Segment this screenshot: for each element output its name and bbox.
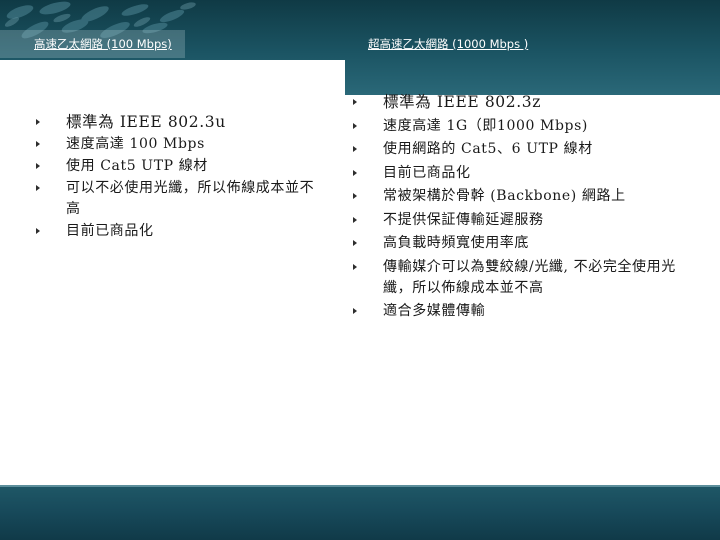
bullet-arrow-icon	[36, 228, 40, 234]
list-item: 使用網路的 Cat5、6 UTP 線材	[353, 139, 693, 160]
list-item: 標準為 IEEE 802.3z	[353, 92, 693, 113]
list-item: 速度高達 100 Mbps	[36, 134, 326, 155]
bullet-arrow-icon	[353, 146, 357, 152]
list-item: 高負載時頻寬使用率底	[353, 233, 693, 254]
list-item-text: 高負載時頻寬使用率底	[383, 235, 529, 251]
list-item-text: 速度高達 100 Mbps	[66, 136, 205, 152]
left-column-title[interactable]: 高速乙太網路 (100 Mbps)	[34, 36, 172, 52]
bullet-arrow-icon	[353, 240, 357, 246]
bullet-arrow-icon	[353, 263, 357, 270]
list-item-text: 標準為 IEEE 802.3u	[66, 113, 226, 131]
list-item: 可以不必使用光纖，所以佈線成本並不高	[36, 178, 326, 220]
list-item-text: 目前已商品化	[66, 223, 154, 239]
bullet-arrow-icon	[36, 163, 40, 169]
list-item: 常被架構於骨幹 (Backbone) 網路上	[353, 186, 693, 207]
bullet-arrow-icon	[36, 119, 40, 125]
bullet-arrow-icon	[36, 185, 40, 191]
footer-band	[0, 485, 720, 540]
list-item: 適合多媒體傳輸	[353, 301, 693, 322]
right-column-title[interactable]: 超高速乙太網路 (1000 Mbps )	[368, 36, 528, 52]
list-item-text: 標準為 IEEE 802.3z	[383, 93, 541, 111]
list-item: 速度高達 1G（即1000 Mbps)	[353, 116, 693, 137]
list-item: 使用 Cat5 UTP 線材	[36, 156, 326, 177]
list-item-text: 速度高達 1G（即1000 Mbps)	[383, 117, 588, 134]
bullet-arrow-icon	[353, 216, 357, 223]
list-item-text: 目前已商品化	[383, 164, 471, 181]
bullet-arrow-icon	[353, 169, 357, 176]
list-item: 目前已商品化	[353, 163, 693, 184]
list-item-text: 常被架構於骨幹 (Backbone) 網路上	[383, 188, 626, 204]
header-white-block	[0, 60, 345, 95]
right-bullet-list: 標準為 IEEE 802.3z 速度高達 1G（即1000 Mbps) 使用網路…	[353, 92, 693, 325]
list-item: 不提供保証傳輸延遲服務	[353, 210, 693, 231]
list-item-text: 不提供保証傳輸延遲服務	[383, 211, 544, 228]
list-item: 標準為 IEEE 802.3u	[36, 112, 326, 133]
bullet-arrow-icon	[36, 141, 40, 147]
list-item-text: 使用網路的 Cat5、6 UTP 線材	[383, 141, 593, 157]
list-item-text: 可以不必使用光纖，所以佈線成本並不高	[66, 180, 315, 217]
list-item: 目前已商品化	[36, 221, 326, 242]
list-item-text: 適合多媒體傳輸	[383, 303, 486, 319]
bullet-arrow-icon	[353, 122, 357, 129]
bullet-arrow-icon	[353, 99, 357, 105]
list-item: 傳輸媒介可以為雙絞線/光纖, 不必完全使用光纖，所以佈線成本並不高	[353, 257, 693, 299]
left-bullet-list: 標準為 IEEE 802.3u 速度高達 100 Mbps 使用 Cat5 UT…	[36, 112, 326, 243]
list-item-text: 傳輸媒介可以為雙絞線/光纖, 不必完全使用光纖，所以佈線成本並不高	[383, 258, 676, 296]
bullet-arrow-icon	[353, 308, 357, 314]
bullet-arrow-icon	[353, 193, 357, 199]
list-item-text: 使用 Cat5 UTP 線材	[66, 158, 208, 174]
